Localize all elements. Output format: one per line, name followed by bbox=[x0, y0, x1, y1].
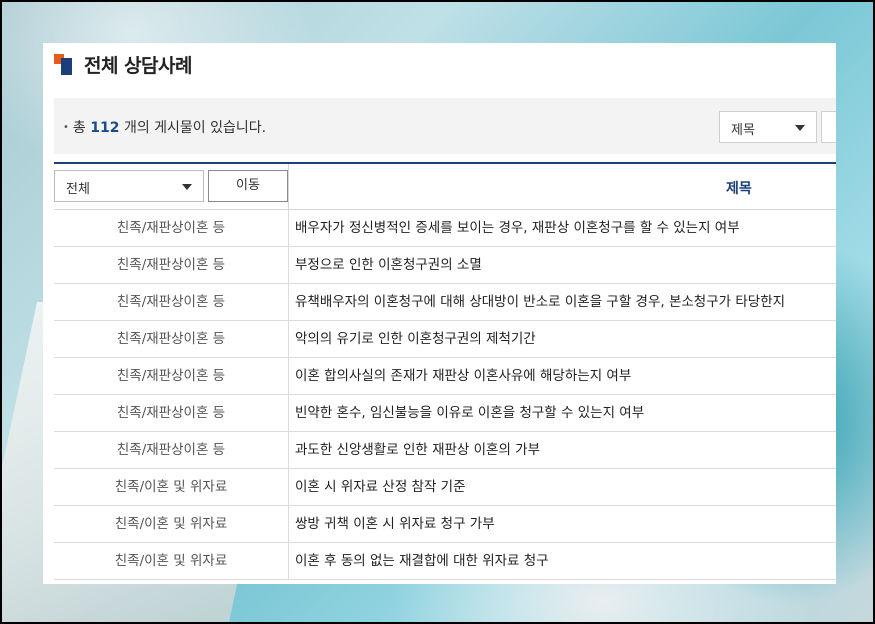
row-category: 친족/재판상이혼 등 bbox=[116, 331, 226, 347]
background-photo: 전체 상담사례 • 총 112 개의 게시물이 있습니다. 제목 전체 이동 제… bbox=[2, 2, 873, 622]
table-row: 친족/재판상이혼 등 부정으로 인한 이혼청구권의 소멸 bbox=[54, 247, 836, 284]
category-select[interactable]: 전체 bbox=[54, 170, 204, 202]
table-row: 친족/이혼 및 위자료 이혼 후 동의 없는 재결합에 대한 위자료 청구 bbox=[54, 543, 836, 580]
cell-divider bbox=[288, 395, 289, 431]
post-count: 112 bbox=[90, 120, 120, 136]
cell-divider bbox=[288, 469, 289, 505]
cell-divider bbox=[288, 432, 289, 468]
row-subject-link[interactable]: 이혼 후 동의 없는 재결합에 대한 위자료 청구 bbox=[295, 543, 549, 579]
chevron-down-icon bbox=[795, 125, 805, 131]
post-count-text: • 총 112 개의 게시물이 있습니다. bbox=[63, 117, 266, 137]
row-category: 친족/이혼 및 위자료 bbox=[114, 516, 228, 532]
table-row: 친족/이혼 및 위자료 이혼 시 위자료 산정 참작 기준 bbox=[54, 469, 836, 506]
row-category: 친족/재판상이혼 등 bbox=[116, 294, 226, 310]
cell-divider bbox=[288, 358, 289, 394]
row-subject-link[interactable]: 악의의 유기로 인한 이혼청구권의 제척기간 bbox=[295, 321, 536, 357]
cell-divider bbox=[288, 321, 289, 357]
row-subject-link[interactable]: 이혼 합의사실의 존재가 재판상 이혼사유에 해당하는지 여부 bbox=[295, 358, 631, 394]
page-header: 전체 상담사례 bbox=[54, 51, 193, 77]
column-divider bbox=[288, 164, 289, 210]
cell-divider bbox=[288, 506, 289, 542]
row-category: 친족/재판상이혼 등 bbox=[116, 220, 226, 236]
row-subject-link[interactable]: 부정으로 인한 이혼청구권의 소멸 bbox=[295, 247, 482, 283]
row-category: 친족/재판상이혼 등 bbox=[116, 368, 226, 384]
count-suffix: 개의 게시물이 있습니다. bbox=[123, 120, 267, 136]
search-input[interactable] bbox=[821, 111, 836, 143]
table-body: 친족/재판상이혼 등 배우자가 정신병적인 증세를 보이는 경우, 재판상 이혼… bbox=[54, 210, 836, 580]
row-category: 친족/재판상이혼 등 bbox=[116, 405, 226, 421]
cell-divider bbox=[288, 247, 289, 283]
row-category: 친족/이혼 및 위자료 bbox=[114, 479, 228, 495]
table-row: 친족/재판상이혼 등 악의의 유기로 인한 이혼청구권의 제척기간 bbox=[54, 321, 836, 358]
cell-divider bbox=[288, 543, 289, 579]
row-category: 친족/재판상이혼 등 bbox=[116, 257, 226, 273]
chevron-down-icon bbox=[182, 184, 192, 190]
bullet-icon: • bbox=[63, 122, 69, 133]
row-subject-link[interactable]: 이혼 시 위자료 산정 참작 기준 bbox=[295, 469, 466, 505]
page-title: 전체 상담사례 bbox=[84, 54, 193, 77]
search-field-select[interactable]: 제목 bbox=[719, 111, 817, 143]
info-bar: • 총 112 개의 게시물이 있습니다. 제목 bbox=[54, 98, 836, 154]
consult-table: 전체 이동 제목 친족/재판상이혼 등 배우자가 정신병적인 증세를 보이는 경… bbox=[54, 162, 836, 580]
table-row: 친족/재판상이혼 등 이혼 합의사실의 존재가 재판상 이혼사유에 해당하는지 … bbox=[54, 358, 836, 395]
count-prefix: 총 bbox=[72, 120, 86, 136]
table-row: 친족/재판상이혼 등 과도한 신앙생활로 인한 재판상 이혼의 가부 bbox=[54, 432, 836, 469]
search-field-value: 제목 bbox=[731, 123, 755, 138]
cell-divider bbox=[288, 284, 289, 320]
table-row: 친족/이혼 및 위자료 쌍방 귀책 이혼 시 위자료 청구 가부 bbox=[54, 506, 836, 543]
content-panel: 전체 상담사례 • 총 112 개의 게시물이 있습니다. 제목 전체 이동 제… bbox=[43, 43, 836, 584]
title-bullet-icon bbox=[54, 53, 74, 75]
table-row: 친족/재판상이혼 등 유책배우자의 이혼청구에 대해 상대방이 반소로 이혼을 … bbox=[54, 284, 836, 321]
table-row: 친족/재판상이혼 등 빈약한 혼수, 임신불능을 이유로 이혼을 청구할 수 있… bbox=[54, 395, 836, 432]
column-header-title: 제목 bbox=[726, 181, 752, 197]
row-subject-link[interactable]: 빈약한 혼수, 임신불능을 이유로 이혼을 청구할 수 있는지 여부 bbox=[295, 395, 644, 431]
row-category: 친족/이혼 및 위자료 bbox=[114, 553, 228, 569]
table-row: 친족/재판상이혼 등 배우자가 정신병적인 증세를 보이는 경우, 재판상 이혼… bbox=[54, 210, 836, 247]
row-subject-link[interactable]: 쌍방 귀책 이혼 시 위자료 청구 가부 bbox=[295, 506, 495, 542]
move-button[interactable]: 이동 bbox=[208, 170, 288, 202]
row-subject-link[interactable]: 유책배우자의 이혼청구에 대해 상대방이 반소로 이혼을 구할 경우, 본소청구… bbox=[295, 284, 785, 320]
table-header: 전체 이동 제목 bbox=[54, 164, 836, 210]
row-subject-link[interactable]: 과도한 신앙생활로 인한 재판상 이혼의 가부 bbox=[295, 432, 540, 468]
row-subject-link[interactable]: 배우자가 정신병적인 증세를 보이는 경우, 재판상 이혼청구를 할 수 있는지… bbox=[295, 210, 740, 246]
row-category: 친족/재판상이혼 등 bbox=[116, 442, 226, 458]
cell-divider bbox=[288, 210, 289, 246]
category-select-value: 전체 bbox=[66, 182, 90, 197]
